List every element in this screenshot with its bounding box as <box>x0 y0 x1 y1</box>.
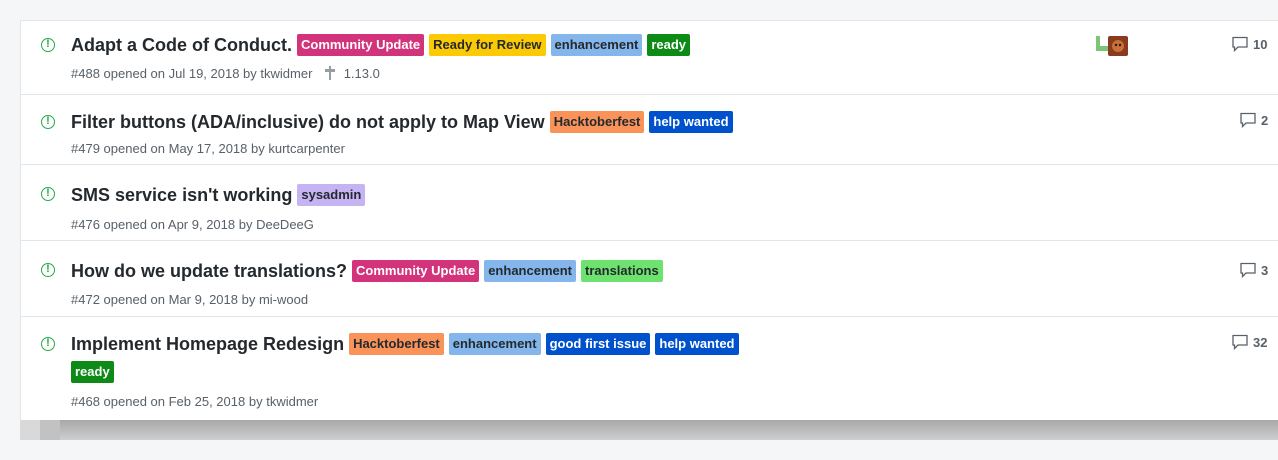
comments-link[interactable]: 10 <box>1231 36 1267 52</box>
issue-author-link[interactable]: DeeDeeG <box>256 217 314 232</box>
label-enhancement[interactable]: enhancement <box>448 333 541 355</box>
issue-opened-icon: ! <box>41 337 55 351</box>
label-hacktoberfest[interactable]: Hacktoberfest <box>349 333 444 355</box>
issue-title-link[interactable]: Adapt a Code of Conduct. <box>71 34 292 56</box>
issue-opened-text: opened on Apr 9, 2018 by <box>103 217 253 232</box>
label-hacktoberfest[interactable]: Hacktoberfest <box>549 111 645 133</box>
comments-link[interactable]: 32 <box>1231 334 1267 350</box>
label-help-wanted[interactable]: help wanted <box>649 111 733 133</box>
label-ready-for-review[interactable]: Ready for Review <box>429 34 546 56</box>
issue-opened-text: opened on May 17, 2018 by <box>103 141 265 156</box>
comment-icon <box>1240 112 1256 128</box>
comment-count: 32 <box>1253 334 1268 350</box>
issue-number: #472 <box>71 292 100 307</box>
issue-number: #468 <box>71 394 100 409</box>
issue-opened-icon: ! <box>41 38 55 52</box>
issue-author-link[interactable]: kurtcarpenter <box>268 141 345 156</box>
label-community-update[interactable]: Community Update <box>296 34 425 56</box>
comment-icon <box>1232 334 1248 350</box>
issue-author-link[interactable]: mi-wood <box>259 292 308 307</box>
issue-row: ! How do we update translations? Communi… <box>21 241 1278 317</box>
assignee-avatar-identicon[interactable] <box>1096 36 1108 56</box>
issue-row: ! SMS service isn't working sysadmin #47… <box>21 165 1278 241</box>
comments-link[interactable]: 2 <box>1239 112 1268 128</box>
issue-row: ! Filter buttons (ADA/inclusive) do not … <box>21 95 1278 165</box>
comments-link[interactable]: 3 <box>1239 262 1268 278</box>
issue-author-link[interactable]: tkwidmer <box>260 66 312 81</box>
comment-icon <box>1240 262 1256 278</box>
label-help-wanted[interactable]: help wanted <box>655 333 739 355</box>
issue-number: #488 <box>71 66 100 81</box>
issue-number: #479 <box>71 141 100 156</box>
issue-title-link[interactable]: SMS service isn't working <box>71 184 292 206</box>
issue-title-link[interactable]: Implement Homepage Redesign <box>71 333 344 355</box>
comment-count: 2 <box>1261 112 1269 128</box>
label-ready[interactable]: ready <box>71 361 114 383</box>
scrollbar-segment <box>40 420 60 440</box>
issue-author-link[interactable]: tkwidmer <box>266 394 318 409</box>
issue-opened-icon: ! <box>41 115 55 129</box>
label-sysadmin[interactable]: sysadmin <box>297 184 366 206</box>
label-community-update[interactable]: Community Update <box>352 260 480 282</box>
issue-opened-icon: ! <box>41 187 55 201</box>
scrollbar-segment <box>20 420 40 440</box>
label-translations[interactable]: translations <box>581 260 663 282</box>
label-enhancement[interactable]: enhancement <box>550 34 643 56</box>
assignee-avatar-photo[interactable] <box>1108 36 1128 56</box>
issues-list: ! Adapt a Code of Conduct. Community Upd… <box>20 20 1278 421</box>
label-good-first-issue[interactable]: good first issue <box>545 333 651 355</box>
milestone-icon <box>325 66 336 80</box>
issue-opened-text: opened on Mar 9, 2018 by <box>103 292 256 307</box>
assignees[interactable] <box>1096 35 1130 57</box>
issue-row: ! Implement Homepage Redesign Hacktoberf… <box>21 317 1278 421</box>
comment-count: 3 <box>1261 262 1269 278</box>
issue-opened-text: opened on Feb 25, 2018 by <box>103 394 263 409</box>
comment-icon <box>1232 36 1248 52</box>
issue-opened-text: opened on Jul 19, 2018 by <box>103 66 257 81</box>
comment-count: 10 <box>1253 36 1268 52</box>
issue-row: ! Adapt a Code of Conduct. Community Upd… <box>21 21 1278 95</box>
issue-title-link[interactable]: How do we update translations? <box>71 260 347 282</box>
issue-opened-icon: ! <box>41 263 55 277</box>
milestone-link[interactable]: 1.13.0 <box>344 66 380 81</box>
issue-title-link[interactable]: Filter buttons (ADA/inclusive) do not ap… <box>71 111 545 133</box>
label-ready[interactable]: ready <box>647 34 691 56</box>
horizontal-scrollbar[interactable] <box>20 420 1278 440</box>
issue-number: #476 <box>71 217 100 232</box>
label-enhancement[interactable]: enhancement <box>484 260 577 282</box>
